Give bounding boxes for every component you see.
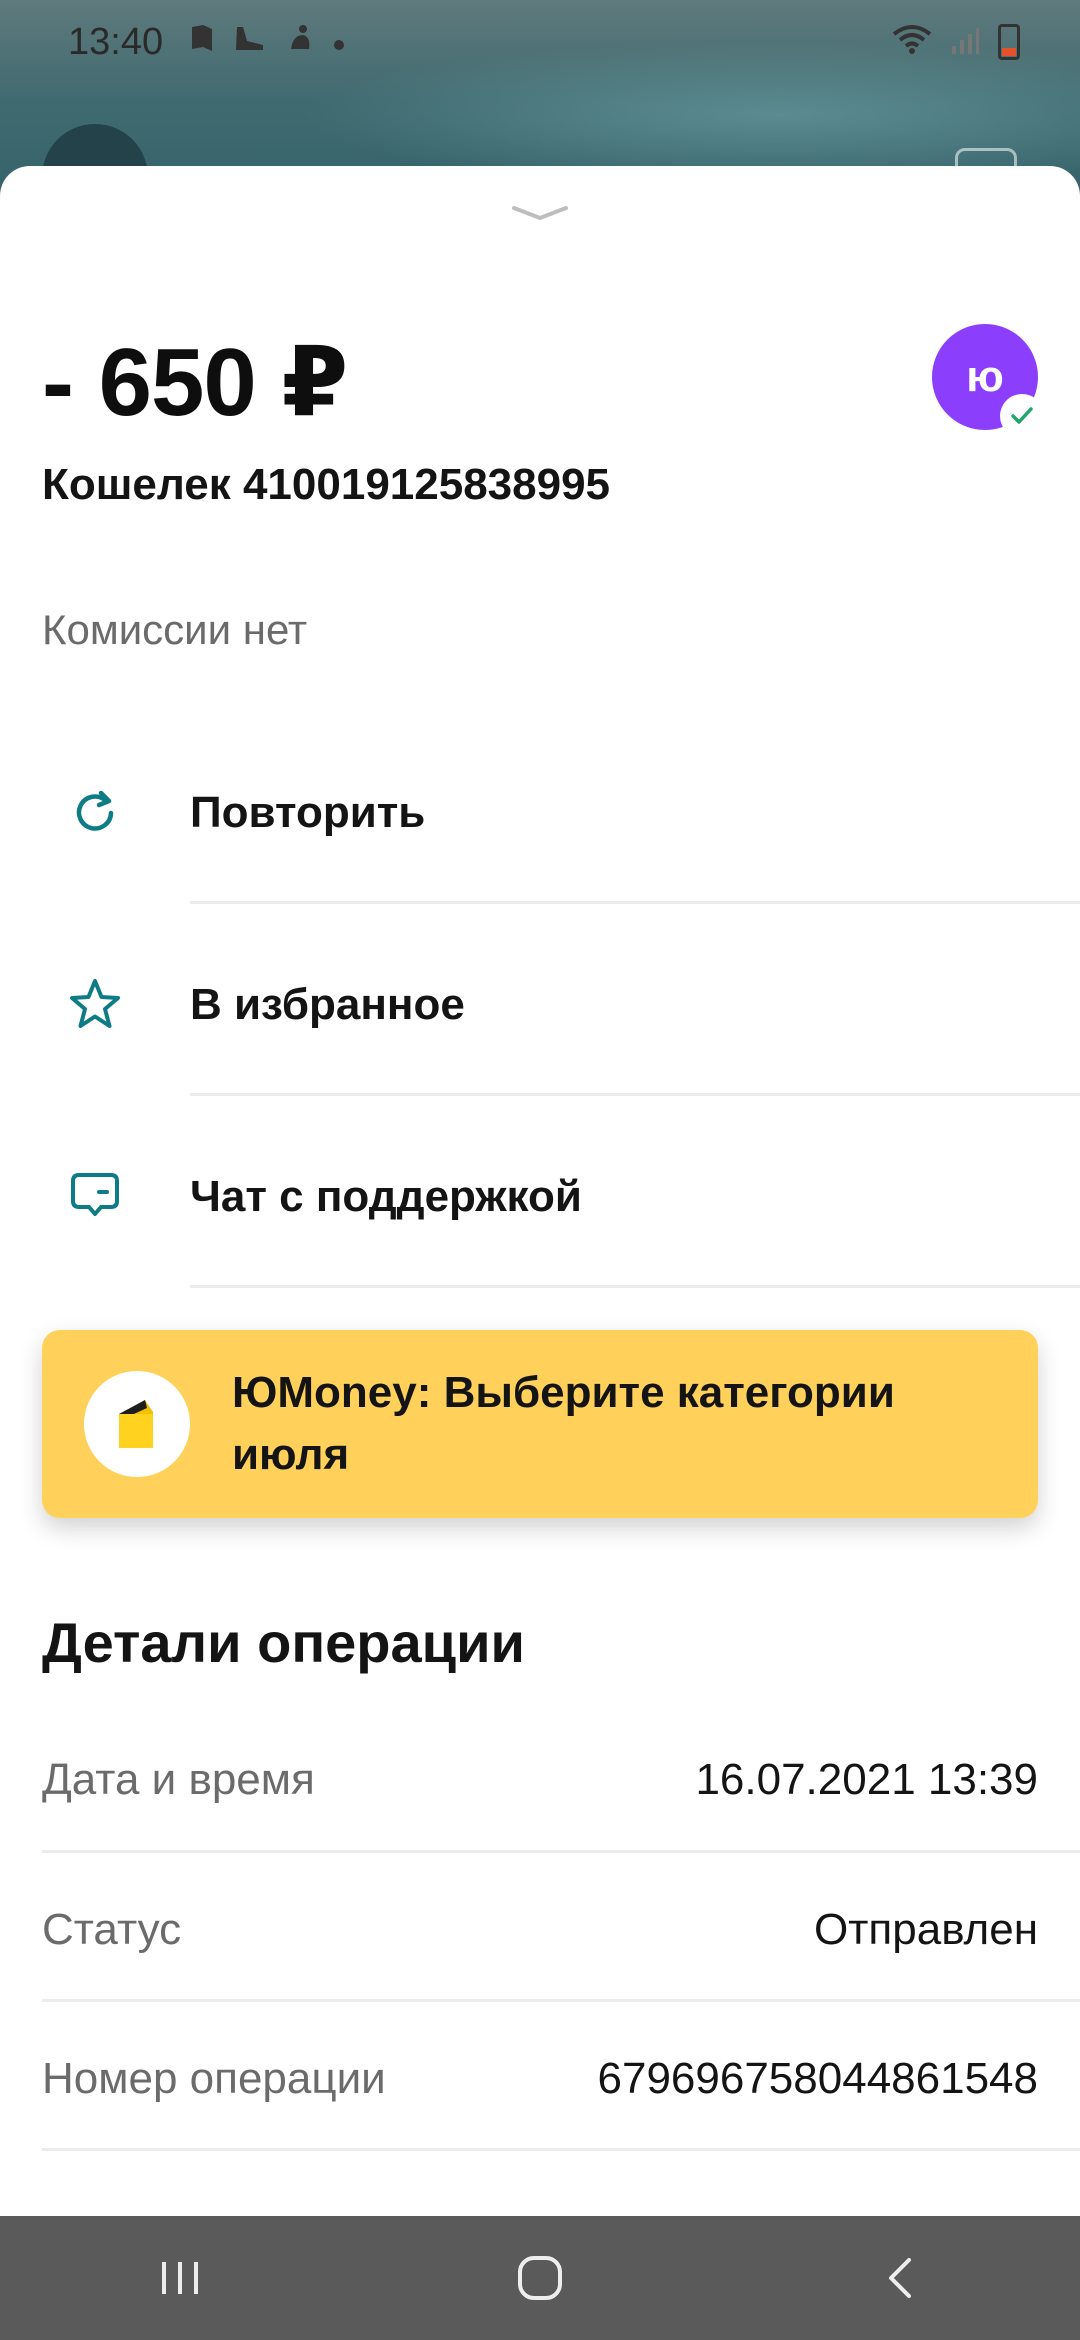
divider [42, 2148, 1080, 2151]
promo-banner[interactable]: ЮMoney: Выберите категории июля [42, 1330, 1038, 1518]
detail-value: 16.07.2021 13:39 [695, 1755, 1038, 1804]
chat-icon [0, 1167, 190, 1227]
home-button[interactable] [480, 2228, 600, 2328]
detail-key: Дата и время [42, 1755, 315, 1804]
detail-row-datetime: Дата и время 16.07.2021 13:39 [42, 1706, 1038, 1854]
wallet-icon [84, 1371, 190, 1477]
support-chat-action[interactable]: Чат с поддержкой [0, 1102, 1080, 1292]
favorite-action[interactable]: В избранное [0, 910, 1080, 1100]
favorite-label: В избранное [190, 980, 465, 1029]
detail-row-operation-number: Номер операции 679696758044861548 [42, 2005, 1038, 2153]
notification-icons [189, 23, 345, 61]
support-chat-label: Чат с поддержкой [190, 1172, 582, 1221]
figure-icon [285, 23, 315, 61]
divider [190, 901, 1080, 904]
divider [190, 1093, 1080, 1096]
recent-apps-button[interactable] [120, 2228, 240, 2328]
sheet-handle-chevron-icon[interactable] [510, 202, 570, 224]
status-right [892, 24, 1020, 61]
divider [190, 1285, 1080, 1288]
battery-icon [998, 24, 1020, 60]
transaction-amount: - 650 ₽ [42, 329, 348, 436]
detail-value: 679696758044861548 [597, 2054, 1038, 2103]
detail-row-status: Статус Отправлен [42, 1856, 1038, 2004]
status-bar: 13:40 [0, 0, 1080, 84]
yumoney-logo-text: ю [966, 352, 1004, 401]
star-icon [0, 975, 190, 1035]
detail-key: Номер операции [42, 2054, 386, 2103]
dot-icon [333, 25, 345, 59]
divider [42, 1850, 1080, 1853]
wifi-icon [892, 24, 932, 61]
repeat-icon [0, 783, 190, 843]
detail-value: Отправлен [814, 1905, 1038, 1954]
shoe-icon [233, 23, 267, 61]
repeat-label: Повторить [190, 788, 426, 837]
repeat-action[interactable]: Повторить [0, 718, 1080, 908]
status-time: 13:40 [68, 20, 164, 63]
signal-icon [950, 24, 980, 61]
back-button[interactable] [840, 2228, 960, 2328]
divider [42, 1999, 1080, 2002]
commission-text: Комиссии нет [42, 606, 308, 653]
promo-text: ЮMoney: Выберите категории июля [232, 1368, 895, 1479]
system-nav-bar [0, 2216, 1080, 2340]
details-title: Детали операции [42, 1611, 525, 1674]
book-icon [189, 23, 215, 61]
detail-key: Статус [42, 1905, 182, 1954]
recipient-wallet: Кошелек 410019125838995 [42, 460, 611, 509]
verified-check-icon [1000, 394, 1044, 438]
